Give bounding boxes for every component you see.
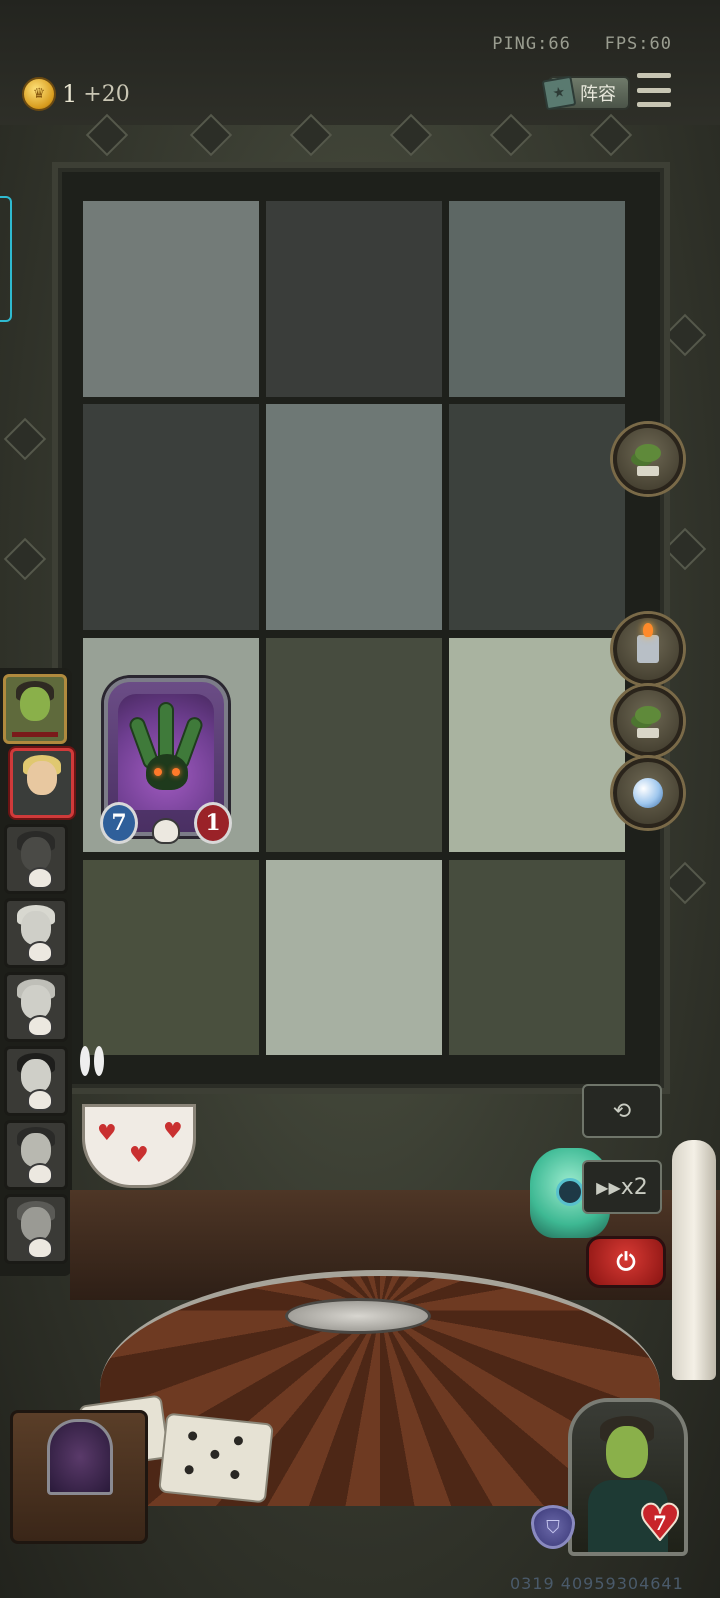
crown-coin-icon bbox=[22, 77, 56, 111]
speed-button[interactable]: ▶▶ x2 bbox=[582, 1160, 662, 1214]
skull-icon bbox=[27, 1237, 53, 1259]
power-button[interactable]: ⏻ bbox=[586, 1236, 666, 1288]
item-slot-bonsai[interactable] bbox=[613, 686, 683, 756]
skull-icon bbox=[27, 1089, 53, 1111]
board-cell[interactable] bbox=[266, 404, 442, 630]
hamburger-menu-icon[interactable] bbox=[637, 73, 671, 107]
gold-count: 1 bbox=[62, 80, 78, 108]
board-cell[interactable] bbox=[83, 860, 259, 1055]
book-icon: ★ bbox=[541, 75, 577, 111]
bonsai-tree-icon bbox=[631, 442, 665, 476]
board-cell[interactable] bbox=[449, 860, 625, 1055]
roulette-hub bbox=[285, 1298, 431, 1334]
roster-portrait-current[interactable] bbox=[10, 748, 74, 818]
ping-text: PING:66 bbox=[492, 34, 571, 54]
bonsai-tree-icon bbox=[631, 704, 665, 738]
item-slot-bonsai[interactable] bbox=[613, 424, 683, 494]
undo-icon: ⟲ bbox=[612, 1098, 632, 1124]
health-bar bbox=[12, 732, 58, 737]
skull-icon bbox=[27, 867, 53, 889]
board-cell[interactable] bbox=[449, 201, 625, 397]
unit-card[interactable]: 7 1 bbox=[100, 678, 232, 844]
roster-portrait-eliminated[interactable] bbox=[4, 972, 68, 1042]
power-icon: ⏻ bbox=[616, 1248, 636, 1276]
skull-icon bbox=[27, 941, 53, 963]
lineup-button[interactable]: ★ 阵容 bbox=[541, 75, 630, 111]
player-health-value: 7 bbox=[653, 1511, 667, 1535]
lineup-label: 阵容 bbox=[580, 84, 616, 105]
health-badge: 1 bbox=[194, 802, 232, 844]
match-id: 0319 40959304641 bbox=[510, 1574, 684, 1593]
network-stats: PING:66 FPS:60 bbox=[492, 34, 672, 54]
player-roster bbox=[0, 668, 74, 1276]
unit-art bbox=[118, 694, 214, 810]
side-drawer-tab[interactable] bbox=[0, 196, 12, 322]
board-cell[interactable] bbox=[266, 638, 442, 852]
roster-portrait-eliminated[interactable] bbox=[4, 1120, 68, 1190]
chess-king-piece bbox=[672, 1140, 716, 1380]
roster-portrait-eliminated[interactable] bbox=[4, 1194, 68, 1264]
board-cell[interactable] bbox=[449, 638, 625, 852]
skull-icon bbox=[27, 1015, 53, 1037]
roster-portrait-eliminated[interactable] bbox=[4, 824, 68, 894]
item-slot-orb[interactable] bbox=[613, 758, 683, 828]
gold-income: +20 bbox=[83, 81, 130, 107]
board-cell[interactable] bbox=[83, 404, 259, 630]
bunny-figurine bbox=[78, 1046, 112, 1106]
skull-icon bbox=[152, 818, 180, 844]
crystal-orb-icon bbox=[633, 778, 663, 808]
undo-button[interactable]: ⟲ bbox=[582, 1084, 662, 1138]
teacup: ♥ ♥ ♥ bbox=[82, 1104, 196, 1188]
player-health: ♥ 7 bbox=[636, 1497, 684, 1549]
board-cell[interactable] bbox=[266, 860, 442, 1055]
speed-label: x2 bbox=[620, 1174, 648, 1200]
shop-button[interactable] bbox=[10, 1410, 148, 1544]
skull-icon bbox=[27, 1163, 53, 1185]
fps-text: FPS:60 bbox=[604, 34, 672, 54]
board-cell[interactable] bbox=[83, 201, 259, 397]
die bbox=[158, 1412, 274, 1504]
shop-window-art bbox=[47, 1419, 113, 1495]
roster-portrait-eliminated[interactable] bbox=[4, 1046, 68, 1116]
board-cell[interactable] bbox=[449, 404, 625, 630]
fast-forward-icon: ▶▶ bbox=[596, 1177, 621, 1197]
gold-display: 1 +20 bbox=[22, 77, 130, 111]
item-slot-lighter[interactable] bbox=[613, 614, 683, 684]
board-cell[interactable] bbox=[266, 201, 442, 397]
attack-badge: 7 bbox=[100, 802, 138, 844]
lighter-icon bbox=[637, 623, 659, 663]
roster-portrait-eliminated[interactable] bbox=[4, 898, 68, 968]
roster-portrait-goblin[interactable] bbox=[3, 674, 67, 744]
top-bar: PING:66 FPS:60 1 +20 ★ 阵容 bbox=[0, 0, 720, 125]
